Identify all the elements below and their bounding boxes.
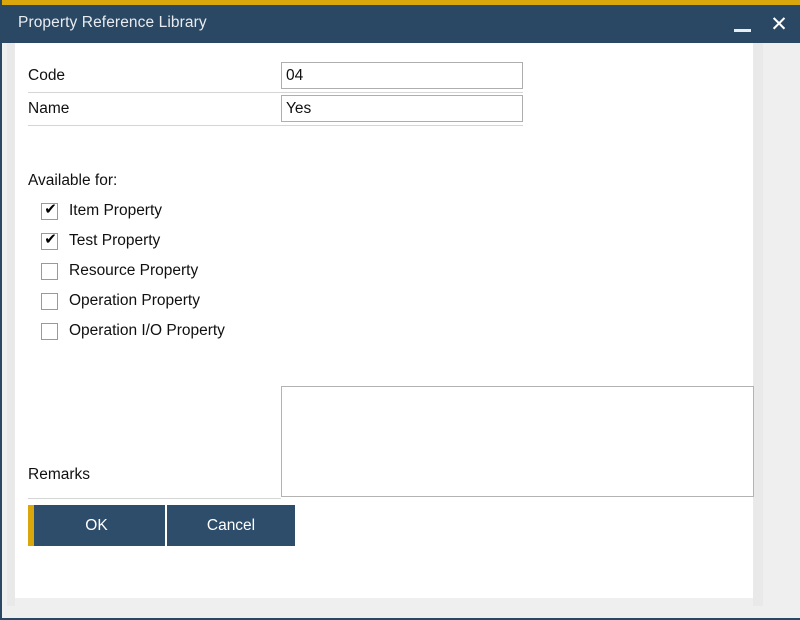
checkbox-label-item-property: Item Property [69, 202, 163, 219]
cancel-button[interactable]: Cancel [167, 505, 295, 546]
code-input[interactable] [281, 62, 523, 89]
checkbox-row-item-property[interactable]: ✔ Item Property [28, 200, 328, 226]
checkbox-row-resource-property[interactable]: Resource Property [28, 260, 328, 286]
name-input[interactable] [281, 95, 523, 122]
checkbox-test-property[interactable]: ✔ [41, 230, 58, 250]
checkbox-resource-property[interactable] [41, 263, 58, 280]
minimize-button[interactable] [726, 5, 760, 43]
field-separator-name [28, 125, 523, 126]
checkbox-label-test-property: Test Property [69, 232, 161, 249]
checkbox-row-test-property[interactable]: ✔ Test Property [28, 230, 328, 256]
checkbox-operation-property[interactable] [41, 293, 58, 310]
remarks-label: Remarks [28, 466, 91, 483]
window-title: Property Reference Library [18, 14, 207, 31]
checkbox-row-operation-property[interactable]: Operation Property [28, 290, 328, 316]
dialog-content: Code Name Available for: ✔ Item Property… [15, 43, 754, 598]
right-gutter [753, 43, 763, 606]
field-separator-code [28, 92, 523, 93]
checkbox-operation-io-property[interactable] [41, 323, 58, 340]
check-icon: ✔ [44, 200, 57, 218]
checkbox-row-operation-io-property[interactable]: Operation I/O Property [28, 320, 328, 346]
close-icon: ✕ [770, 12, 788, 36]
checkbox-label-resource-property: Resource Property [69, 262, 199, 279]
close-button[interactable]: ✕ [762, 5, 796, 43]
checkbox-label-operation-property: Operation Property [69, 292, 200, 309]
remarks-separator [28, 498, 281, 499]
checkbox-item-property[interactable]: ✔ [41, 200, 58, 220]
field-row-name: Name [15, 95, 535, 125]
title-bar: Property Reference Library ✕ [2, 5, 800, 43]
remarks-textarea[interactable] [281, 386, 754, 497]
available-for-label: Available for: [28, 172, 118, 189]
dialog-window: Property Reference Library ✕ Code Name A… [0, 0, 800, 620]
field-row-code: Code [15, 62, 535, 92]
ok-button[interactable]: OK [28, 505, 165, 546]
minimize-icon [734, 29, 751, 32]
code-label: Code [28, 67, 66, 84]
ok-button-focus-accent [28, 505, 34, 546]
checkbox-label-operation-io-property: Operation I/O Property [69, 322, 225, 339]
name-label: Name [28, 100, 70, 117]
left-gutter [7, 43, 15, 606]
check-icon: ✔ [44, 230, 57, 248]
